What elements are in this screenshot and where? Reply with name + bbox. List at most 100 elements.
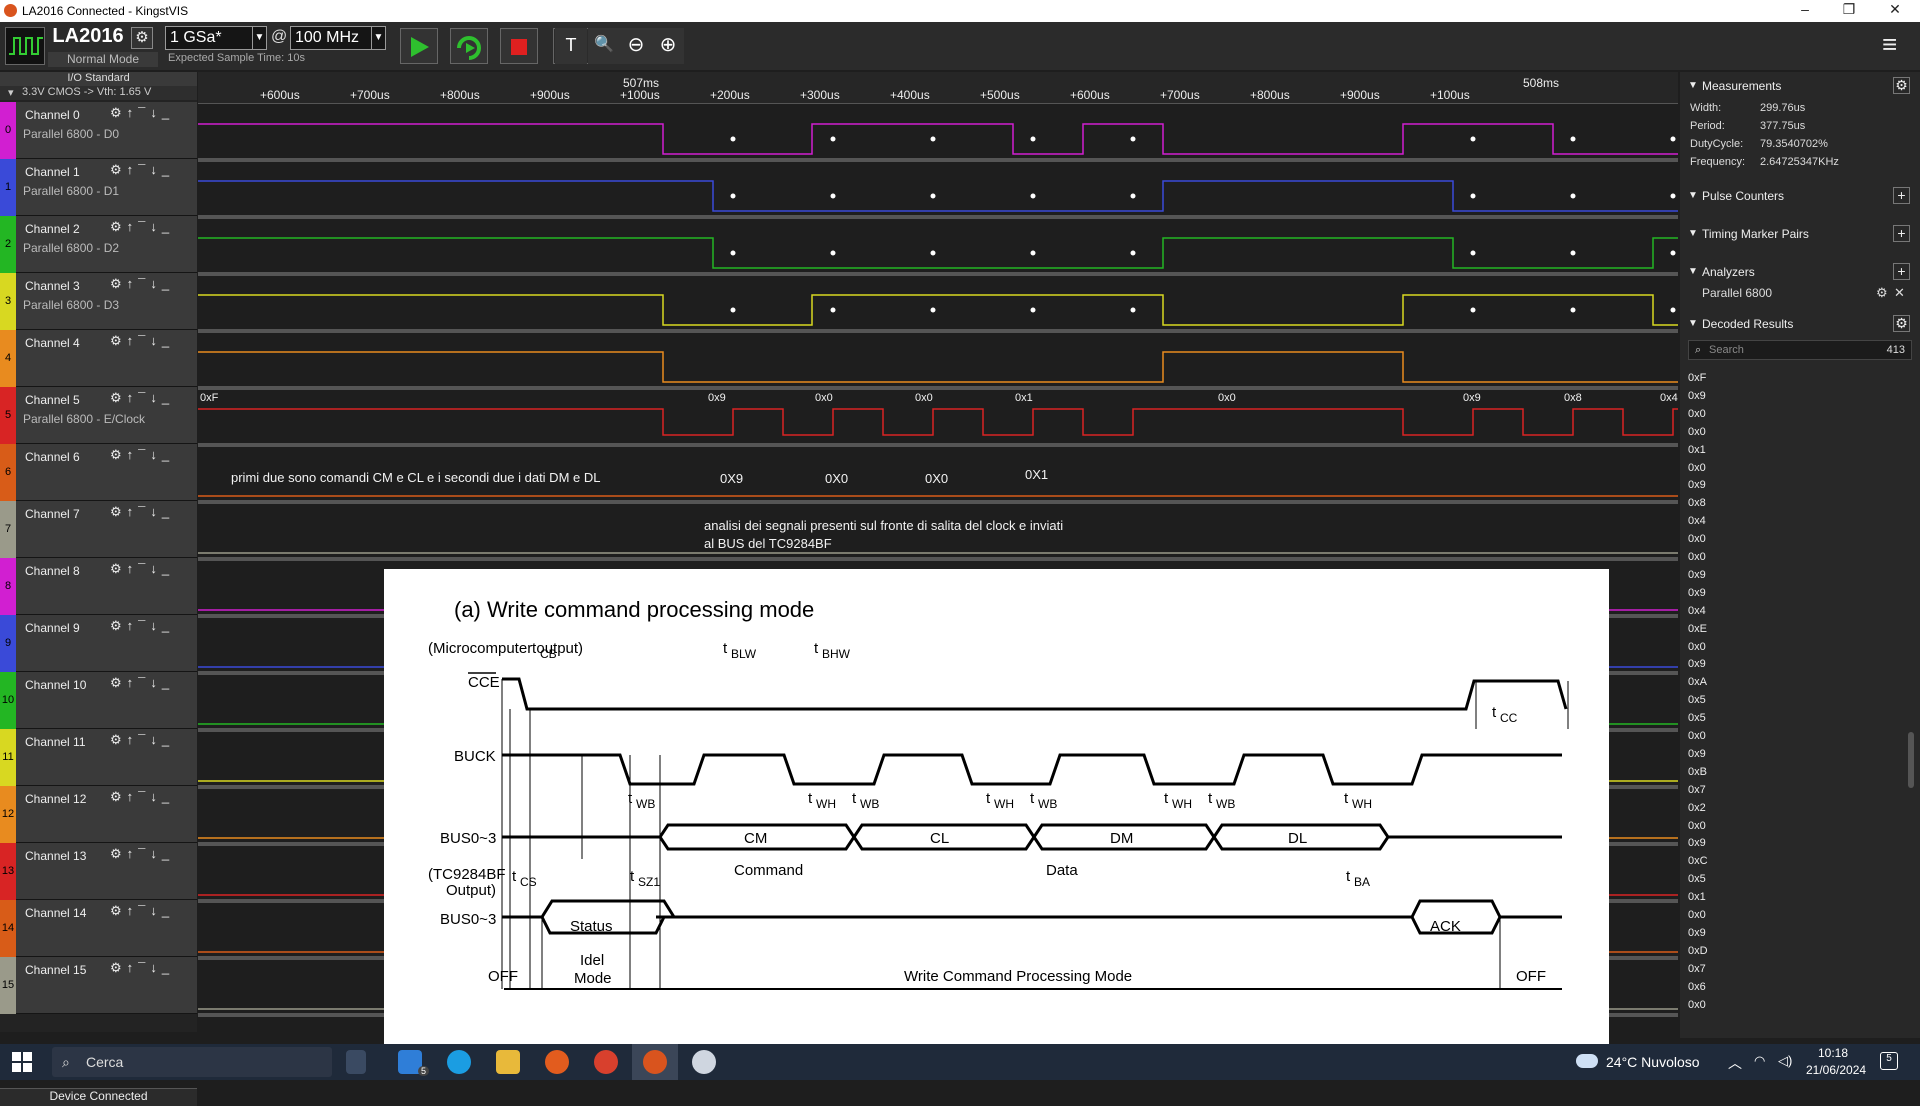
channel-gear-icon[interactable]: ⚙ [110,675,127,690]
chrome-icon[interactable] [594,1050,618,1074]
trigger-high-icon[interactable]: ¯ [138,561,150,576]
trigger-rising-icon[interactable]: ↑ [127,390,139,405]
channel-row[interactable]: 2 Channel 2 Parallel 6800 - D2 ⚙↑¯↓_ [0,216,197,273]
decoded-result-item[interactable]: 0x0 [1688,641,1706,653]
channel-row[interactable]: 6 Channel 6 ⚙↑¯↓_ [0,444,197,501]
pulse-counters-section[interactable]: ▼ Pulse Counters + [1680,184,1920,208]
channel-gear-icon[interactable]: ⚙ [110,219,127,234]
weather-text[interactable]: 24°C Nuvoloso [1606,1054,1700,1070]
decoded-result-item[interactable]: 0x9 [1688,390,1706,402]
decoded-result-item[interactable]: 0xC [1688,855,1708,867]
channel-row[interactable]: 12 Channel 12 ⚙↑¯↓_ [0,786,197,843]
analyzers-section[interactable]: ▼ Analyzers + [1680,260,1920,284]
trigger-falling-icon[interactable]: ↓ [150,561,162,576]
decoded-result-item[interactable]: 0x9 [1688,927,1706,939]
trigger-falling-icon[interactable]: ↓ [150,105,162,120]
channel-gear-icon[interactable]: ⚙ [110,960,127,975]
decoded-result-item[interactable]: 0x0 [1688,909,1706,921]
decoded-result-item[interactable]: 0x4 [1688,515,1706,527]
trigger-falling-icon[interactable]: ↓ [150,732,162,747]
analyzer-close-icon[interactable]: ✕ [1894,285,1905,301]
channel-row[interactable]: 13 Channel 13 ⚙↑¯↓_ [0,843,197,900]
channel-row[interactable]: 0 Channel 0 Parallel 6800 - D0 ⚙↑¯↓_ [0,102,197,159]
trigger-falling-icon[interactable]: ↓ [150,276,162,291]
add-pulse-counter-icon[interactable]: + [1893,187,1910,204]
trigger-low-icon[interactable]: _ [162,276,174,291]
restore-button[interactable]: ❐ [1834,1,1864,18]
trigger-low-icon[interactable]: _ [162,447,174,462]
trigger-rising-icon[interactable]: ↑ [127,846,139,861]
clock-time[interactable]: 10:18 [1818,1046,1848,1060]
channel-row[interactable]: 5 Channel 5 Parallel 6800 - E/Clock ⚙↑¯↓_ [0,387,197,444]
trigger-low-icon[interactable]: _ [162,903,174,918]
add-analyzer-icon[interactable]: + [1893,263,1910,280]
decoded-result-item[interactable]: 0x0 [1688,408,1706,420]
decoded-result-item[interactable]: 0x2 [1688,802,1706,814]
channel-gear-icon[interactable]: ⚙ [110,390,127,405]
trigger-falling-icon[interactable]: ↓ [150,447,162,462]
decoded-result-item[interactable]: 0xB [1688,766,1707,778]
trigger-rising-icon[interactable]: ↑ [127,162,139,177]
trigger-rising-icon[interactable]: ↑ [127,789,139,804]
channel-row[interactable]: 14 Channel 14 ⚙↑¯↓_ [0,900,197,957]
notification-icon[interactable]: 5 [1880,1052,1898,1070]
decoded-result-item[interactable]: 0x9 [1688,748,1706,760]
results-scrollbar[interactable] [1908,732,1914,788]
add-timing-marker-icon[interactable]: + [1893,225,1910,242]
trigger-low-icon[interactable]: _ [162,333,174,348]
decoded-result-item[interactable]: 0x9 [1688,837,1706,849]
channel-gear-icon[interactable]: ⚙ [110,789,127,804]
clock-date[interactable]: 21/06/2024 [1806,1063,1866,1077]
trigger-rising-icon[interactable]: ↑ [127,504,139,519]
channel-gear-icon[interactable]: ⚙ [110,447,127,462]
decoded-gear-icon[interactable]: ⚙ [1893,315,1910,332]
trigger-low-icon[interactable]: _ [162,732,174,747]
zoom-fit-icon[interactable]: 🔍 [588,28,620,64]
trigger-falling-icon[interactable]: ↓ [150,903,162,918]
trigger-rising-icon[interactable]: ↑ [127,960,139,975]
trigger-low-icon[interactable]: _ [162,561,174,576]
decoded-result-item[interactable]: 0x0 [1688,730,1706,742]
decoded-result-item[interactable]: 0x8 [1688,497,1706,509]
decoded-result-item[interactable]: 0x9 [1688,587,1706,599]
stop-button[interactable] [500,28,538,64]
decoded-result-item[interactable]: 0x5 [1688,873,1706,885]
channel-row[interactable]: 4 Channel 4 ⚙↑¯↓_ [0,330,197,387]
decoded-result-item[interactable]: 0xA [1688,676,1707,688]
taskbar-search[interactable]: ⌕ Cerca [52,1047,332,1077]
windows-start-icon[interactable] [12,1052,32,1072]
trigger-low-icon[interactable]: _ [162,504,174,519]
task-view-icon[interactable] [346,1050,366,1074]
decoded-results-section[interactable]: ▼ Decoded Results ⚙ [1680,312,1920,336]
trigger-rising-icon[interactable]: ↑ [127,276,139,291]
close-button[interactable]: ✕ [1880,1,1910,18]
trigger-high-icon[interactable]: ¯ [138,846,150,861]
trigger-low-icon[interactable]: _ [162,162,174,177]
measurements-section[interactable]: ▼ Measurements ⚙ [1680,74,1920,98]
text-tool-icon[interactable]: T [555,28,587,64]
trigger-rising-icon[interactable]: ↑ [127,561,139,576]
trigger-falling-icon[interactable]: ↓ [150,960,162,975]
decoded-result-item[interactable]: 0x0 [1688,462,1706,474]
frequency-select[interactable]: 100 MHz ▼ [290,26,386,50]
channel-row[interactable]: 3 Channel 3 Parallel 6800 - D3 ⚙↑¯↓_ [0,273,197,330]
decoded-result-item[interactable]: 0x5 [1688,694,1706,706]
trigger-falling-icon[interactable]: ↓ [150,504,162,519]
trigger-high-icon[interactable]: ¯ [138,618,150,633]
channel-row[interactable]: 7 Channel 7 ⚙↑¯↓_ [0,501,197,558]
decoded-result-item[interactable]: 0x0 [1688,533,1706,545]
decoded-result-item[interactable]: 0x9 [1688,569,1706,581]
decoded-search-input[interactable]: ⌕ Search 413 [1688,340,1912,360]
io-standard-select[interactable]: ▾ 3.3V CMOS -> Vth: 1.65 V [0,86,197,100]
trigger-falling-icon[interactable]: ↓ [150,390,162,405]
trigger-falling-icon[interactable]: ↓ [150,162,162,177]
start-button[interactable] [400,28,438,64]
decoded-result-item[interactable]: 0x5 [1688,712,1706,724]
channel-gear-icon[interactable]: ⚙ [110,618,127,633]
decoded-result-item[interactable]: 0x0 [1688,999,1706,1011]
channel-gear-icon[interactable]: ⚙ [110,903,127,918]
tray-chevron-icon[interactable]: ︿ [1728,1053,1742,1073]
trigger-rising-icon[interactable]: ↑ [127,447,139,462]
trigger-high-icon[interactable]: ¯ [138,447,150,462]
trigger-high-icon[interactable]: ¯ [138,732,150,747]
